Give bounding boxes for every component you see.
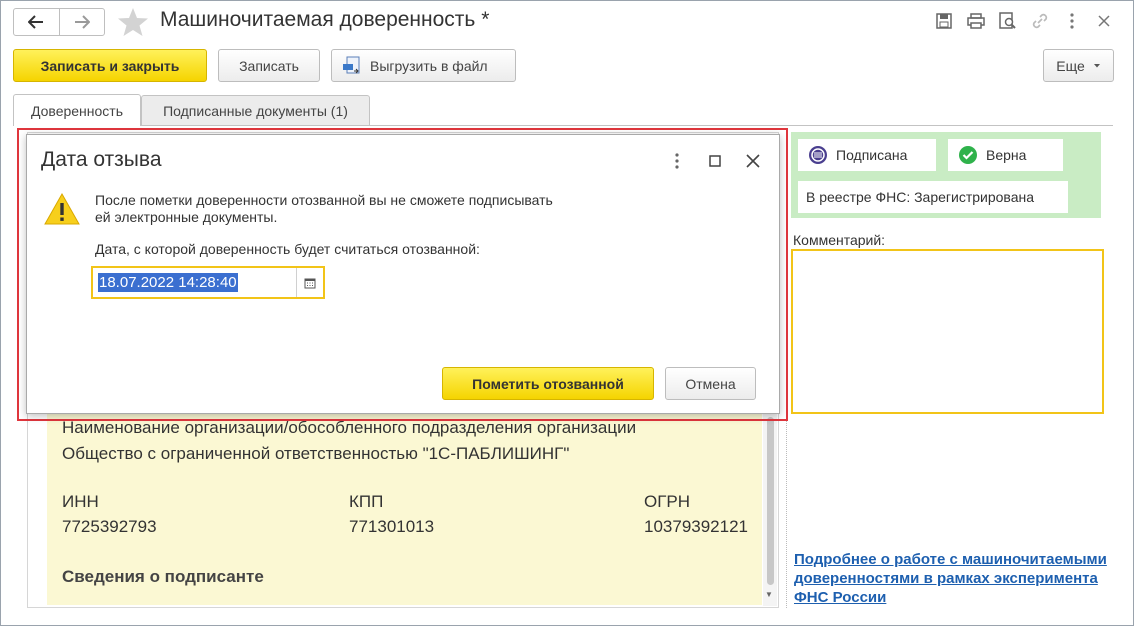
date-input-area[interactable]: 18.07.2022 14:28:40 [93,268,296,297]
comment-label: Комментарий: [793,232,886,248]
dialog-menu-icon[interactable] [665,149,689,173]
kpp-label: КПП [349,492,384,511]
save-and-close-button[interactable]: Записать и закрыть [13,49,207,82]
save-button[interactable]: Записать [218,49,320,82]
export-to-file-button[interactable]: Выгрузить в файл [331,49,516,82]
more-info-link[interactable]: Подробнее о работе с машиночитаемыми дов… [794,550,1114,607]
scrollbar-thumb[interactable] [767,417,774,585]
tab-signed-documents[interactable]: Подписанные документы (1) [141,95,370,125]
signer-heading: Сведения о подписанте [62,567,264,586]
check-circle-icon [959,146,977,164]
ogrn-value: 10379392121 [644,517,749,536]
date-field-label: Дата, с которой доверенность будет счита… [95,241,480,257]
more-label: Еще [1056,57,1085,74]
more-vertical-icon[interactable] [1061,9,1083,33]
export-label: Выгрузить в файл [370,57,488,74]
dialog-message: После пометки доверенности отозванной вы… [95,192,553,225]
forward-button[interactable] [58,9,105,35]
tab-power-of-attorney[interactable]: Доверенность [13,94,141,126]
page-title: Машиночитаемая доверенность * [160,8,490,31]
registry-status-badge: В реестре ФНС: Зарегистрирована [798,181,1068,213]
calendar-button[interactable] [296,268,323,297]
date-value: 18.07.2022 14:28:40 [98,273,238,292]
valid-status-label: Верна [986,147,1027,163]
vertical-scrollbar[interactable]: ▼ [763,409,777,606]
cancel-button[interactable]: Отмена [665,367,756,400]
tab-divider [13,125,1113,126]
chevron-down-icon [1093,63,1100,67]
comment-field[interactable] [791,249,1104,414]
nav-buttons [13,8,105,36]
dialog-title: Дата отзыва [41,148,162,171]
maximize-icon[interactable] [703,149,727,173]
window-controls [933,9,1115,33]
inn-value: 7725392793 [62,517,157,536]
save-icon[interactable] [933,9,955,33]
kpp-value: 771301013 [349,517,435,536]
signed-status-badge: Подписана [798,139,936,171]
dialog-close-icon[interactable] [741,149,765,173]
ogrn-label: ОГРН [644,492,691,511]
preview-icon[interactable] [997,9,1019,33]
dialog-controls [665,149,765,173]
link-icon[interactable] [1029,9,1051,33]
inn-label: ИНН [62,492,99,511]
mark-revoked-button[interactable]: Пометить отозванной [442,367,654,400]
revoke-date-dialog: Дата отзыва После пометки доверенности о… [26,134,780,414]
arrow-right-icon [74,15,90,29]
close-icon[interactable] [1093,9,1115,33]
revoke-date-input[interactable]: 18.07.2022 14:28:40 [91,266,325,299]
back-button[interactable] [14,9,59,35]
warning-icon [44,193,80,225]
scroll-down-arrow-icon[interactable]: ▼ [765,590,773,599]
favorite-star-icon[interactable] [117,7,149,37]
org-name: Общество с ограниченной ответственностью… [62,444,570,463]
valid-status-badge: Верна [948,139,1063,171]
export-file-icon [343,56,360,73]
org-heading: Наименование организации/обособленного п… [62,418,637,437]
signed-seal-icon [809,146,827,164]
more-button[interactable]: Еще [1043,49,1114,82]
main-window: Машиночитаемая доверенность * Записать и… [0,0,1134,626]
signed-status-label: Подписана [836,147,908,163]
calendar-icon [304,278,316,288]
print-icon[interactable] [965,9,987,33]
arrow-left-icon [28,15,44,29]
organization-section: Наименование организации/обособленного п… [47,409,762,605]
